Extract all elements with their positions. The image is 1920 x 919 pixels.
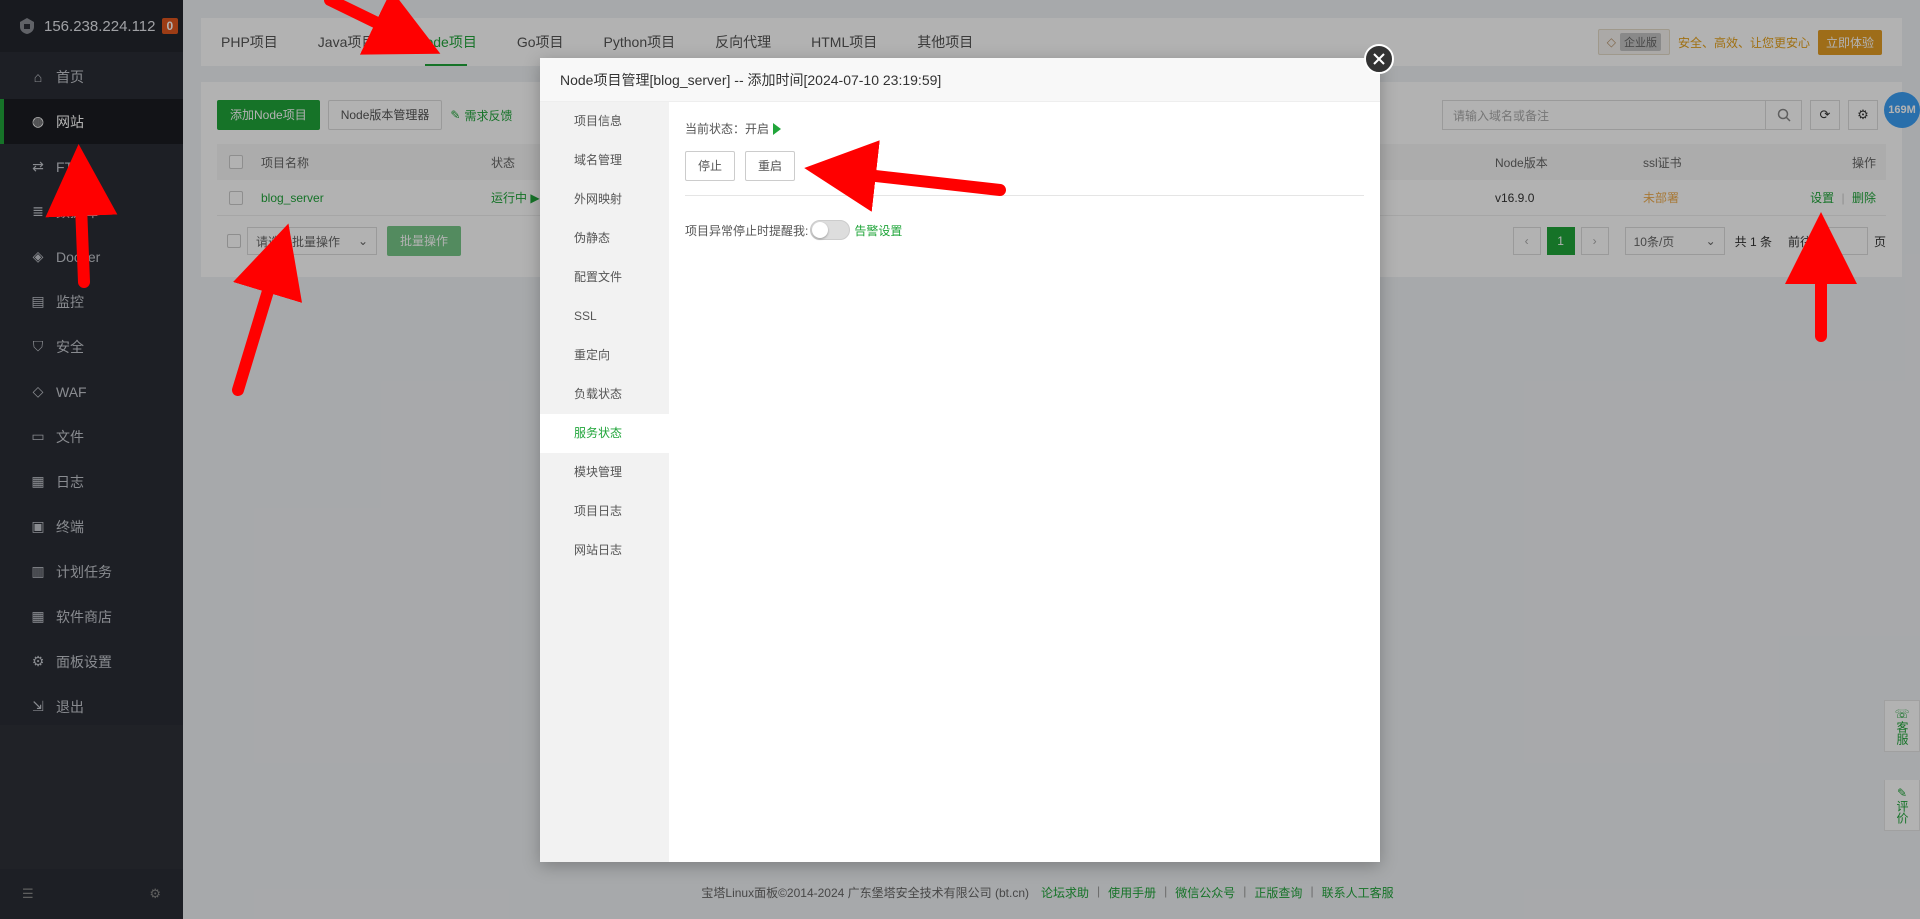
modal-title: Node项目管理[blog_server] -- 添加时间[2024-07-10… [540,58,1380,102]
modal-nav-item[interactable]: 配置文件 [540,258,669,297]
modal-nav-item[interactable]: 负载状态 [540,375,669,414]
alert-settings-link[interactable]: 告警设置 [854,222,902,239]
modal-nav-item[interactable]: 模块管理 [540,453,669,492]
play-icon [773,122,782,135]
modal-nav-item[interactable]: 域名管理 [540,141,669,180]
status-label: 当前状态： [685,122,746,136]
modal-nav-item[interactable]: 服务状态 [540,414,669,453]
close-icon[interactable] [1364,44,1394,74]
modal-nav-item[interactable]: 外网映射 [540,180,669,219]
modal-nav: 项目信息 域名管理 外网映射 伪静态 配置文件 SSL 重定向 负载状态 服务状态 模块管理 项目日… [540,102,669,862]
modal-nav-item[interactable]: 项目日志 [540,492,669,531]
current-status: 当前状态： 开启 [685,120,1364,137]
divider [685,195,1364,196]
modal-nav-item[interactable]: 网站日志 [540,531,669,570]
modal-nav-item[interactable]: 项目信息 [540,102,669,141]
modal-nav-item[interactable]: 伪静态 [540,219,669,258]
modal-nav-item[interactable]: SSL [540,297,669,336]
node-project-modal: Node项目管理[blog_server] -- 添加时间[2024-07-10… [540,44,1394,862]
modal-body: 当前状态： 开启 停止 重启 项目异常停止时提醒我: 告警设置 [669,102,1380,862]
alert-toggle[interactable] [810,220,851,240]
stop-button[interactable]: 停止 [685,151,736,181]
restart-button[interactable]: 重启 [745,151,796,181]
alert-label: 项目异常停止时提醒我: [685,223,809,238]
alert-setting-row: 项目异常停止时提醒我: 告警设置 [685,220,1364,240]
modal-nav-item[interactable]: 重定向 [540,336,669,375]
status-value: 开启 [745,122,770,136]
